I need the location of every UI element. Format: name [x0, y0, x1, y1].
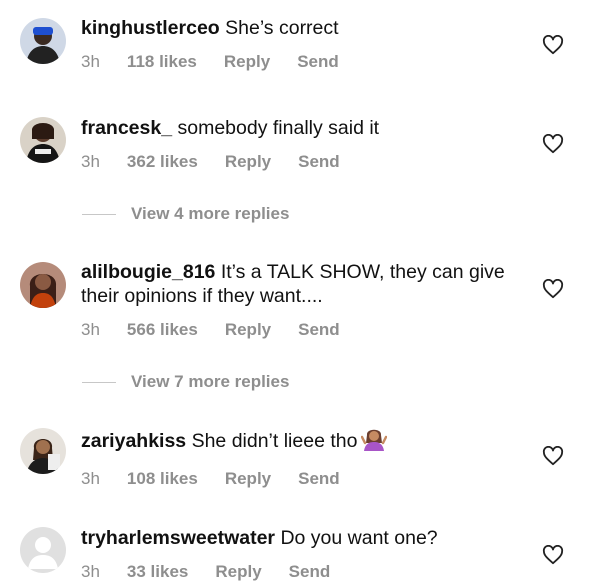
comment-username[interactable]: zariyahkiss [81, 430, 186, 452]
reply-button[interactable]: Reply [224, 52, 270, 72]
comment-text: tryharlemsweetwater Do you want one? [81, 526, 525, 550]
view-more-label[interactable]: View 7 more replies [131, 372, 289, 391]
comment-username[interactable]: kinghustlerceo [81, 17, 220, 39]
comment-text: zariyahkiss She didn’t lieee tho [81, 427, 525, 457]
heart-icon[interactable] [542, 35, 564, 55]
reply-button[interactable]: Reply [225, 320, 271, 340]
send-button[interactable]: Send [289, 562, 331, 582]
avatar[interactable] [20, 527, 66, 573]
heart-icon[interactable] [542, 446, 564, 466]
comment-body: Do you want one? [280, 527, 438, 549]
comment-time: 3h [81, 52, 100, 71]
reply-button[interactable]: Reply [225, 469, 271, 489]
avatar[interactable] [20, 18, 66, 64]
comment-time: 3h [81, 320, 100, 339]
comment-username[interactable]: francesk_ [81, 117, 172, 139]
reply-button[interactable]: Reply [225, 152, 271, 172]
heart-icon[interactable] [542, 545, 564, 565]
comment-meta: 3h 566 likes Reply Send [81, 320, 525, 340]
comment-text: alilbougie_816 It’s a TALK SHOW, they ca… [81, 260, 525, 308]
comment-time: 3h [81, 562, 100, 581]
comment-username[interactable]: tryharlemsweetwater [81, 527, 275, 549]
avatar[interactable] [20, 262, 66, 308]
likes-count[interactable]: 108 likes [127, 469, 198, 489]
avatar[interactable] [20, 428, 66, 474]
comment-meta: 3h 33 likes Reply Send [81, 562, 525, 582]
send-button[interactable]: Send [298, 320, 340, 340]
likes-count[interactable]: 33 likes [127, 562, 188, 582]
likes-count[interactable]: 118 likes [127, 52, 197, 72]
comment-meta: 3h 108 likes Reply Send [81, 469, 525, 489]
comment-body: She didn’t lieee tho [191, 430, 358, 452]
view-more-label[interactable]: View 4 more replies [131, 204, 289, 223]
heart-icon[interactable] [542, 134, 564, 154]
comment-username[interactable]: alilbougie_816 [81, 261, 215, 283]
comment-time: 3h [81, 152, 100, 171]
person-shrugging-emoji [361, 427, 388, 457]
comment-body: somebody finally said it [177, 117, 380, 139]
likes-count[interactable]: 362 likes [127, 152, 198, 172]
comment-text: francesk_ somebody finally said it [81, 116, 525, 140]
divider-line [82, 382, 116, 384]
divider-line [82, 214, 116, 216]
comment-meta: 3h 362 likes Reply Send [81, 152, 525, 172]
send-button[interactable]: Send [298, 469, 340, 489]
heart-icon[interactable] [542, 279, 564, 299]
comment-meta: 3h 118 likes Reply Send [81, 52, 525, 72]
reply-button[interactable]: Reply [215, 562, 261, 582]
likes-count[interactable]: 566 likes [127, 320, 198, 340]
view-more-replies[interactable]: View 7 more replies [82, 372, 289, 392]
view-more-replies[interactable]: View 4 more replies [82, 204, 289, 224]
avatar[interactable] [20, 117, 66, 163]
comment-body: She’s correct [225, 17, 339, 39]
send-button[interactable]: Send [298, 152, 340, 172]
comment-time: 3h [81, 469, 100, 488]
send-button[interactable]: Send [297, 52, 339, 72]
comment-text: kinghustlerceo She’s correct [81, 16, 525, 40]
